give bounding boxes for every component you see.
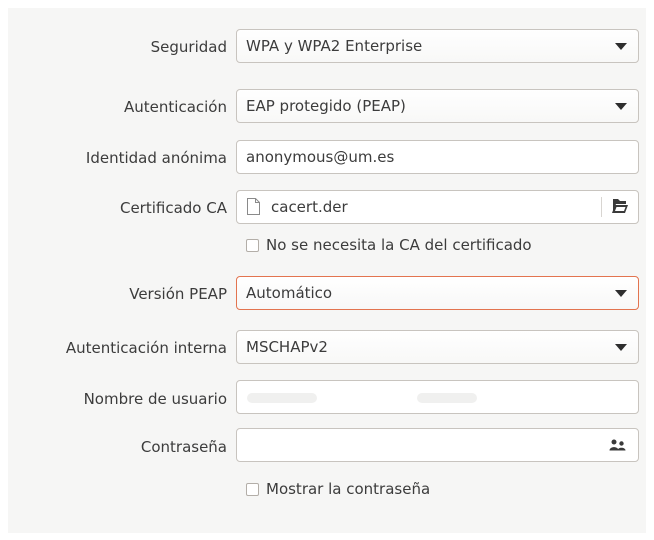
ca-certificate-value: cacert.der bbox=[271, 198, 348, 216]
authentication-dropdown[interactable]: EAP protegido (PEAP) bbox=[236, 89, 639, 123]
ca-certificate-label: Certificado CA bbox=[119, 199, 227, 217]
show-password-checkbox[interactable]: Mostrar la contraseña bbox=[246, 479, 430, 499]
security-label: Seguridad bbox=[150, 38, 227, 56]
open-folder-icon[interactable] bbox=[611, 198, 629, 214]
divider bbox=[601, 197, 602, 217]
chevron-down-icon bbox=[615, 344, 627, 351]
password-label: Contraseña bbox=[140, 438, 227, 456]
file-icon bbox=[247, 198, 260, 215]
inner-auth-label: Autenticación interna bbox=[65, 339, 227, 357]
authentication-value: EAP protegido (PEAP) bbox=[246, 97, 406, 115]
checkbox-box[interactable] bbox=[246, 482, 259, 496]
inner-auth-dropdown[interactable]: MSCHAPv2 bbox=[236, 330, 639, 364]
chevron-down-icon bbox=[615, 290, 627, 297]
peap-version-label: Versión PEAP bbox=[129, 285, 227, 303]
username-label: Nombre de usuario bbox=[83, 390, 227, 408]
checkbox-box[interactable] bbox=[246, 238, 259, 252]
ca-certificate-chooser[interactable]: cacert.der bbox=[236, 190, 639, 224]
anonymous-identity-input[interactable]: anonymous@um.es bbox=[236, 140, 639, 174]
chevron-down-icon bbox=[615, 43, 627, 50]
no-ca-required-checkbox[interactable]: No se necesita la CA del certificado bbox=[246, 235, 532, 255]
anonymous-identity-value: anonymous@um.es bbox=[246, 148, 395, 166]
users-icon[interactable] bbox=[609, 439, 627, 451]
peap-version-dropdown[interactable]: Automático bbox=[236, 276, 639, 310]
inner-auth-value: MSCHAPv2 bbox=[246, 338, 328, 356]
redacted-text bbox=[417, 393, 477, 403]
password-input[interactable] bbox=[236, 428, 639, 462]
anonymous-identity-label: Identidad anónima bbox=[85, 149, 227, 167]
show-password-label: Mostrar la contraseña bbox=[266, 480, 431, 498]
peap-version-value: Automático bbox=[246, 284, 333, 302]
username-input[interactable] bbox=[236, 380, 639, 414]
redacted-text bbox=[247, 393, 317, 403]
security-dropdown[interactable]: WPA y WPA2 Enterprise bbox=[236, 29, 639, 63]
chevron-down-icon bbox=[615, 103, 627, 110]
authentication-label: Autenticación bbox=[124, 98, 227, 116]
no-ca-required-label: No se necesita la CA del certificado bbox=[266, 236, 532, 254]
security-value: WPA y WPA2 Enterprise bbox=[246, 37, 423, 55]
